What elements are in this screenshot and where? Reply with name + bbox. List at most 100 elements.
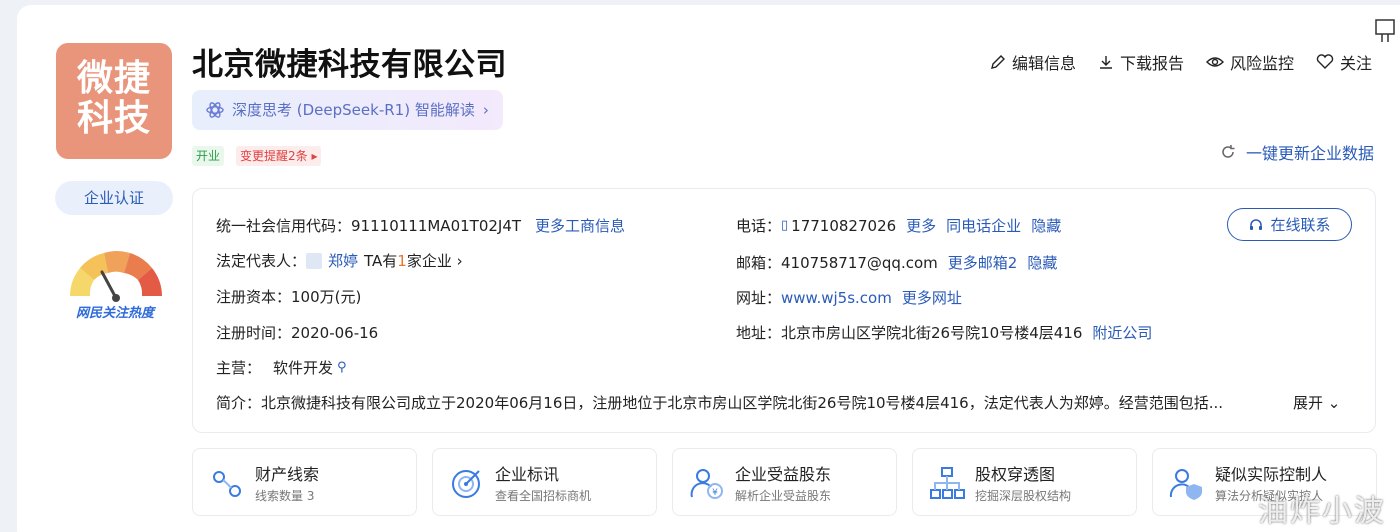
- corner-pin-icon[interactable]: [1370, 16, 1400, 46]
- monitor-button[interactable]: 风险监控: [1205, 50, 1294, 74]
- logo-text-1: 微捷: [76, 58, 151, 99]
- tile-subtitle: 解析企业受益股东: [735, 489, 832, 503]
- more-website-link[interactable]: 更多网址: [902, 287, 962, 308]
- pencil-icon: [990, 55, 1005, 69]
- phone-icon: ▯: [781, 218, 789, 233]
- main-business-row: 主营： 软件开发 ⚲: [216, 357, 347, 378]
- eye-icon: [1205, 57, 1224, 67]
- legal-companies-link[interactable]: TA有1家企业 ›: [364, 250, 463, 271]
- more-business-info-link[interactable]: 更多工商信息: [535, 215, 625, 236]
- company-name: 北京微捷科技有限公司: [192, 47, 507, 83]
- svg-text:¥: ¥: [712, 488, 718, 498]
- follow-button[interactable]: 关注: [1316, 50, 1372, 74]
- bidding-target-icon: [452, 470, 480, 498]
- refresh-icon: [1222, 145, 1235, 158]
- chevron-right-icon: ›: [482, 101, 489, 119]
- tile-title: 疑似实际控制人: [1215, 465, 1328, 484]
- addr-value: 北京市房山区学院北街26号院10号楼4层416: [781, 324, 1083, 342]
- action-bar: 编辑信息 下载报告 风险监控 关注: [990, 50, 1372, 74]
- verify-button[interactable]: 企业认证: [55, 181, 173, 215]
- online-contact-label: 在线联系: [1270, 216, 1331, 234]
- follow-label: 关注: [1339, 54, 1372, 73]
- address-row: 地址： 北京市房山区学院北街26号院10号楼4层416 附近公司: [736, 322, 1152, 343]
- date-label: 注册时间：: [216, 324, 292, 342]
- search-icon[interactable]: ⚲: [337, 360, 347, 375]
- tile-subtitle: 挖掘深层股权结构: [975, 489, 1072, 503]
- more-phone-link[interactable]: 更多: [906, 215, 936, 236]
- ai-button-label: 深度思考 (DeepSeek-R1) 智能解读: [232, 101, 475, 119]
- tile-property-clue[interactable]: 财产线索 线索数量 3: [192, 448, 417, 516]
- refresh-label: 一键更新企业数据: [1245, 144, 1374, 163]
- addr-label: 地址：: [736, 324, 782, 342]
- download-icon: [1099, 56, 1112, 69]
- property-clue-icon: [213, 471, 241, 497]
- hide-phone-link[interactable]: 隐藏: [1031, 215, 1061, 236]
- tile-subtitle: 线索数量 3: [255, 489, 315, 503]
- intro-label: 简介：: [216, 394, 262, 412]
- hide-email-link[interactable]: 隐藏: [1027, 252, 1057, 273]
- tile-title: 财产线索: [255, 465, 320, 484]
- nearby-company-link[interactable]: 附近公司: [1092, 322, 1152, 343]
- date-value: 2020-06-16: [291, 323, 379, 342]
- person-avatar-icon: [306, 252, 323, 269]
- credit-label: 统一社会信用代码：: [216, 217, 352, 235]
- expand-button[interactable]: 展开 ⌄: [1293, 392, 1340, 413]
- tile-equity[interactable]: 股权穿透图 挖掘深层股权结构: [912, 448, 1137, 516]
- main-value: 软件开发: [273, 359, 334, 377]
- edit-button[interactable]: 编辑信息: [990, 50, 1076, 74]
- email-label: 邮箱：: [736, 254, 782, 272]
- tile-title: 股权穿透图: [975, 465, 1056, 484]
- credit-value: 91110111MA01T02J4T: [351, 216, 522, 235]
- legal-label: 法定代表人：: [216, 252, 307, 270]
- legal-rep-row: 法定代表人： 郑婷 TA有1家企业 ›: [216, 250, 463, 271]
- credit-code-row: 统一社会信用代码： 91110111MA01T02J4T 更多工商信息: [216, 215, 625, 236]
- headset-icon: [1250, 218, 1263, 230]
- feature-tiles: 财产线索 线索数量 3 企业标讯 查看全国招标商机 ¥ 企业受益股东 解析企业受…: [192, 448, 1377, 516]
- legal-ta-suffix: 家企业: [406, 252, 452, 270]
- capital-row: 注册资本： 100万(元): [216, 286, 361, 307]
- heart-icon: [1316, 54, 1334, 69]
- tile-bidding[interactable]: 企业标讯 查看全国招标商机: [432, 448, 657, 516]
- logo-text-2: 科技: [76, 98, 151, 139]
- intro-row: 简介： 北京微捷科技有限公司成立于2020年06月16日，注册地位于北京市房山区…: [216, 392, 1340, 413]
- change-badge-label: 变更提醒2条: [240, 149, 308, 163]
- company-logo: 微捷 科技: [56, 43, 172, 159]
- legal-ta-prefix: TA有: [364, 252, 398, 270]
- phone-label: 电话：: [736, 217, 782, 235]
- capital-value: 100万(元): [291, 288, 362, 306]
- equity-chart-icon: [930, 467, 965, 499]
- website-row: 网址： www.wj5s.com 更多网址: [736, 287, 962, 308]
- same-phone-link[interactable]: 同电话企业: [946, 215, 1021, 236]
- website-link[interactable]: www.wj5s.com: [781, 289, 892, 307]
- phone-value: 17710827026: [791, 216, 897, 235]
- edit-label: 编辑信息: [1011, 54, 1076, 73]
- tile-title: 企业标讯: [495, 465, 560, 484]
- controller-shield-icon: [1169, 469, 1202, 500]
- tile-beneficiary[interactable]: ¥ 企业受益股东 解析企业受益股东: [672, 448, 897, 516]
- beneficiary-icon: ¥: [690, 469, 723, 499]
- download-label: 下载报告: [1119, 54, 1184, 73]
- more-email-link[interactable]: 更多邮箱2: [948, 252, 1018, 273]
- tile-subtitle: 查看全国招标商机: [495, 489, 592, 503]
- change-badge[interactable]: 变更提醒2条 ▸: [236, 146, 322, 166]
- online-contact-button[interactable]: 在线联系: [1227, 208, 1352, 241]
- expand-label: 展开: [1293, 394, 1324, 412]
- phone-row: 电话： ▯ 17710827026 更多 同电话企业 隐藏: [736, 215, 1061, 236]
- intro-value: 北京微捷科技有限公司成立于2020年06月16日，注册地位于北京市房山区学院北街…: [261, 394, 1224, 412]
- monitor-label: 风险监控: [1229, 54, 1294, 73]
- watermark: 油炸小波: [1258, 494, 1386, 529]
- legal-name-link[interactable]: 郑婷: [328, 250, 358, 271]
- download-button[interactable]: 下载报告: [1098, 50, 1184, 74]
- tile-title: 企业受益股东: [735, 465, 832, 484]
- atom-icon: [206, 102, 224, 118]
- email-value: 410758717@qq.com: [781, 253, 938, 272]
- ai-interpret-button[interactable]: 深度思考 (DeepSeek-R1) 智能解读 ›: [192, 90, 503, 130]
- refresh-data-button[interactable]: 一键更新企业数据: [1220, 140, 1374, 164]
- status-badge: 开业: [192, 146, 225, 166]
- email-row: 邮箱： 410758717@qq.com 更多邮箱2 隐藏: [736, 252, 1057, 273]
- capital-label: 注册资本：: [216, 288, 292, 306]
- site-label: 网址：: [736, 289, 782, 307]
- heat-label: 网民关注热度: [75, 306, 154, 321]
- main-label: 主营：: [216, 359, 262, 377]
- legal-count: 1: [397, 252, 407, 270]
